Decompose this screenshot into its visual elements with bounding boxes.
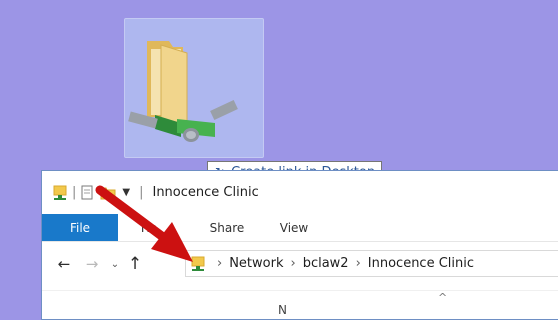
navigation-bar: ← → ⌄ ↑ › Network › bclaw2 › Innocence C… <box>42 242 558 286</box>
network-folder-icon[interactable] <box>53 185 67 201</box>
properties-icon[interactable] <box>81 185 94 200</box>
column-header: ^ N <box>42 290 558 317</box>
sort-indicator-icon[interactable]: ^ <box>438 291 447 304</box>
customize-dropdown-icon[interactable]: ▼ <box>122 187 130 198</box>
forward-arrow-icon[interactable]: → <box>78 255 106 273</box>
tab-file[interactable]: File <box>42 214 118 241</box>
tab-home[interactable]: Ho <box>118 214 180 241</box>
recent-locations-icon[interactable]: ⌄ <box>106 259 124 270</box>
breadcrumb-chevron-icon[interactable]: › <box>217 256 222 271</box>
toolbar-separator: | <box>139 185 144 200</box>
tab-view[interactable]: View <box>264 214 324 241</box>
ribbon-tabs: File Ho Share View <box>42 214 558 242</box>
address-bar[interactable]: › Network › bclaw2 › Innocence Clinic <box>185 250 558 277</box>
window-title: Innocence Clinic <box>152 185 259 200</box>
column-header-name[interactable]: N <box>278 303 287 317</box>
breadcrumb-innocence-clinic[interactable]: Innocence Clinic <box>368 256 474 271</box>
breadcrumb-bclaw2[interactable]: bclaw2 <box>303 256 349 271</box>
breadcrumb-chevron-icon[interactable]: › <box>356 256 361 271</box>
quick-access-toolbar: | ▼ | Innocence Clinic <box>42 171 558 214</box>
back-arrow-icon[interactable]: ← <box>50 255 78 273</box>
tab-share[interactable]: Share <box>196 214 258 241</box>
new-folder-icon[interactable] <box>100 185 116 201</box>
up-arrow-icon[interactable]: ↑ <box>124 254 146 274</box>
dragged-shortcut[interactable] <box>124 18 264 158</box>
breadcrumb-chevron-icon[interactable]: › <box>290 256 295 271</box>
breadcrumb-network[interactable]: Network <box>229 256 283 271</box>
file-explorer-window: | ▼ | Innocence Clinic File Ho Share Vie… <box>41 170 558 320</box>
toolbar-separator: | <box>72 185 77 200</box>
network-folder-icon <box>191 256 205 271</box>
network-folder-shortcut-icon <box>128 41 238 142</box>
